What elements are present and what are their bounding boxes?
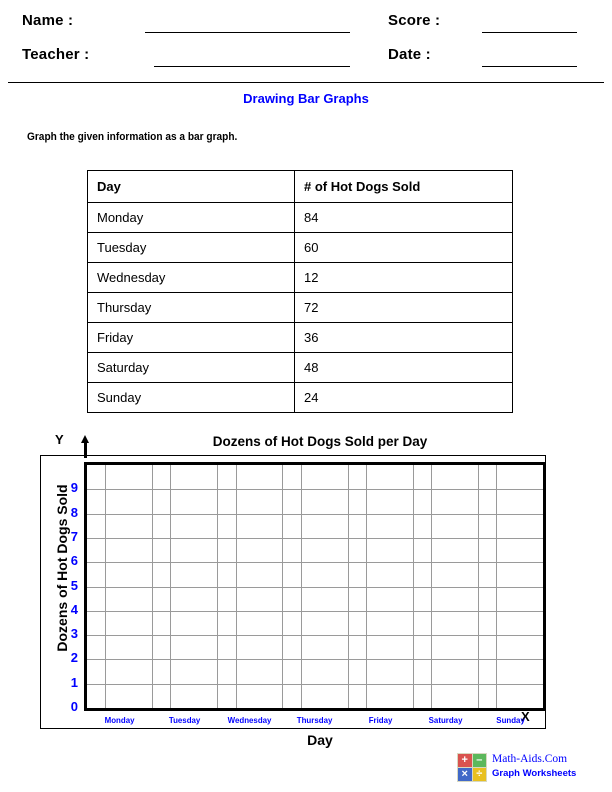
logo-site-name: Math-Aids.Com <box>492 753 568 765</box>
table-cell-day: Monday <box>87 202 295 233</box>
gridline-horizontal <box>87 489 543 491</box>
plot-area[interactable] <box>84 462 546 711</box>
plot-grid <box>87 465 543 708</box>
score-label: Score : <box>388 12 441 29</box>
plus-icon: + <box>458 754 472 767</box>
gridline-horizontal <box>87 562 543 564</box>
table-cell-value: 36 <box>294 322 513 353</box>
gridline-vertical <box>347 465 349 708</box>
table-cell-day: Saturday <box>87 352 295 383</box>
gridline-horizontal <box>87 586 543 588</box>
x-tick-label: Friday <box>368 715 392 725</box>
times-icon: × <box>458 768 472 781</box>
gridline-vertical <box>152 465 154 708</box>
gridline-vertical <box>430 465 432 708</box>
table-cell-day: Sunday <box>87 382 295 413</box>
x-tick-label: Sunday <box>496 715 525 725</box>
table-row: Saturday 48 <box>87 352 513 383</box>
table-row: Sunday 24 <box>87 382 513 413</box>
table-header-day: Day <box>87 170 295 203</box>
data-table: Day # of Hot Dogs Sold Monday 84 Tuesday 60… <box>87 170 513 413</box>
minus-icon: – <box>472 754 486 767</box>
worksheet-header: Name : Teacher : Score : Date : <box>0 0 612 82</box>
table-cell-value: 72 <box>294 292 513 323</box>
gridline-vertical <box>477 465 479 708</box>
logo-subtitle: Graph Worksheets <box>492 768 577 779</box>
gridline-vertical <box>300 465 302 708</box>
instruction-text: Graph the given information as a bar gra… <box>27 131 238 143</box>
bar-graph-area: Dozens of Hot Dogs Sold per Day Y X Doze… <box>40 432 550 748</box>
table-header-row: Day # of Hot Dogs Sold <box>87 170 513 203</box>
gridline-vertical <box>496 465 498 708</box>
x-tick-label: Wednesday <box>227 715 272 725</box>
teacher-input-line[interactable] <box>154 66 350 67</box>
y-tick-label: 8 <box>70 504 78 520</box>
gridline-vertical <box>235 465 237 708</box>
table-row: Wednesday 12 <box>87 262 513 293</box>
table-cell-value: 12 <box>294 262 513 293</box>
gridline-horizontal <box>87 513 543 515</box>
gridline-horizontal <box>87 537 543 539</box>
gridline-vertical <box>170 465 172 708</box>
gridline-vertical <box>282 465 284 708</box>
divide-icon: ÷ <box>472 768 486 781</box>
y-tick-label: 2 <box>70 650 78 666</box>
gridline-vertical <box>412 465 414 708</box>
page-title: Drawing Bar Graphs <box>243 91 369 106</box>
table-cell-value: 84 <box>294 202 513 233</box>
y-tick-label: 3 <box>70 626 78 642</box>
table-row: Tuesday 60 <box>87 232 513 263</box>
teacher-label: Teacher : <box>22 46 90 63</box>
date-input-line[interactable] <box>482 66 577 67</box>
table-cell-value: 60 <box>294 232 513 263</box>
table-cell-day: Thursday <box>87 292 295 323</box>
gridline-vertical <box>217 465 219 708</box>
table-row: Monday 84 <box>87 202 513 233</box>
gridline-vertical <box>105 465 107 708</box>
x-axis-title: Day <box>307 732 333 748</box>
gridline-vertical <box>365 465 367 708</box>
y-tick-label: 1 <box>70 674 78 690</box>
name-label: Name : <box>22 12 74 29</box>
table-header-value: # of Hot Dogs Sold <box>294 170 513 203</box>
math-aids-logo[interactable]: + – × ÷ Math-Aids.Com Graph Worksheets <box>457 753 607 785</box>
y-tick-label: 6 <box>70 553 78 569</box>
chart-title: Dozens of Hot Dogs Sold per Day <box>212 434 428 449</box>
y-tick-label: 5 <box>70 577 78 593</box>
y-tick-label: 7 <box>70 528 78 544</box>
y-axis-stem <box>84 442 87 458</box>
gridline-horizontal <box>87 683 543 685</box>
gridline-horizontal <box>87 610 543 612</box>
date-label: Date : <box>388 46 431 63</box>
x-tick-label: Saturday <box>428 715 463 725</box>
table-cell-value: 24 <box>294 382 513 413</box>
header-divider <box>8 82 604 83</box>
table-row: Friday 36 <box>87 322 513 353</box>
score-input-line[interactable] <box>482 32 577 33</box>
gridline-horizontal <box>87 635 543 637</box>
y-tick-label: 4 <box>70 601 78 617</box>
x-tick-label: Monday <box>104 715 135 725</box>
logo-tiles-icon: + – × ÷ <box>457 753 487 782</box>
y-axis-letter: Y <box>55 432 64 447</box>
name-input-line[interactable] <box>145 32 350 33</box>
table-cell-value: 48 <box>294 352 513 383</box>
x-tick-label: Thursday <box>297 715 333 725</box>
x-tick-label: Tuesday <box>168 715 201 725</box>
table-cell-day: Wednesday <box>87 262 295 293</box>
y-tick-label: 0 <box>70 699 78 714</box>
table-row: Thursday 72 <box>87 292 513 323</box>
table-cell-day: Tuesday <box>87 232 295 263</box>
table-cell-day: Friday <box>87 322 295 353</box>
y-tick-label: 9 <box>70 480 78 496</box>
gridline-horizontal <box>87 659 543 661</box>
